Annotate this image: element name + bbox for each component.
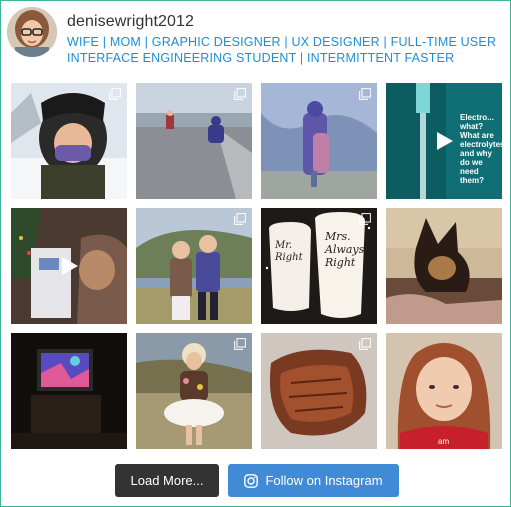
instagram-feed-widget: denisewright2012 WIFE | MOM | GRAPHIC DE… bbox=[0, 0, 511, 507]
multi-image-icon bbox=[234, 213, 246, 225]
profile-bio: WIFE | MOM | GRAPHIC DESIGNER | UX DESIG… bbox=[67, 35, 497, 65]
multi-image-icon bbox=[234, 88, 246, 100]
multi-image-icon bbox=[359, 213, 371, 225]
post-image-tv bbox=[11, 333, 127, 449]
profile-header: denisewright2012 WIFE | MOM | GRAPHIC DE… bbox=[7, 7, 507, 71]
post-tile-10[interactable] bbox=[136, 333, 252, 449]
post-image-siblings bbox=[136, 208, 252, 324]
post-tile-5[interactable] bbox=[11, 208, 127, 324]
post-tile-3[interactable] bbox=[261, 83, 377, 199]
multi-image-icon bbox=[359, 88, 371, 100]
multi-image-icon bbox=[109, 88, 121, 100]
load-more-button[interactable]: Load More... bbox=[115, 464, 219, 497]
post-tile-2[interactable] bbox=[136, 83, 252, 199]
overlay-text: Electro... what? What are electrolytes a… bbox=[460, 113, 502, 185]
profile-username[interactable]: denisewright2012 bbox=[67, 13, 194, 31]
mug-right-text: Mrs. Always Right bbox=[325, 230, 365, 269]
post-image-dog bbox=[386, 208, 502, 324]
post-tile-9[interactable] bbox=[11, 333, 127, 449]
post-tile-1[interactable] bbox=[11, 83, 127, 199]
post-image-boy-winter bbox=[11, 83, 127, 199]
post-tile-11[interactable] bbox=[261, 333, 377, 449]
post-image-steak bbox=[261, 333, 377, 449]
load-more-label: Load More... bbox=[130, 473, 204, 488]
post-tile-6[interactable] bbox=[136, 208, 252, 324]
post-tile-12[interactable]: am bbox=[386, 333, 502, 449]
play-icon bbox=[437, 132, 453, 150]
profile-avatar[interactable] bbox=[7, 7, 57, 57]
multi-image-icon bbox=[234, 338, 246, 350]
post-tile-4[interactable]: Electro... what? What are electrolytes a… bbox=[386, 83, 502, 199]
post-image-kids-road bbox=[136, 83, 252, 199]
play-icon bbox=[62, 257, 78, 275]
follow-label: Follow on Instagram bbox=[265, 473, 383, 488]
post-tile-7[interactable]: Mr. Right Mrs. Always Right bbox=[261, 208, 377, 324]
post-image-selfie bbox=[386, 333, 502, 449]
instagram-icon bbox=[244, 473, 259, 488]
post-grid: Electro... what? What are electrolytes a… bbox=[11, 83, 502, 449]
mug-left-text: Mr. Right bbox=[275, 240, 303, 263]
shirt-text: am bbox=[438, 437, 450, 446]
post-image-girl-tutu bbox=[136, 333, 252, 449]
post-tile-8[interactable] bbox=[386, 208, 502, 324]
post-image-kids-hug bbox=[261, 83, 377, 199]
multi-image-icon bbox=[359, 338, 371, 350]
follow-on-instagram-button[interactable]: Follow on Instagram bbox=[228, 464, 399, 497]
